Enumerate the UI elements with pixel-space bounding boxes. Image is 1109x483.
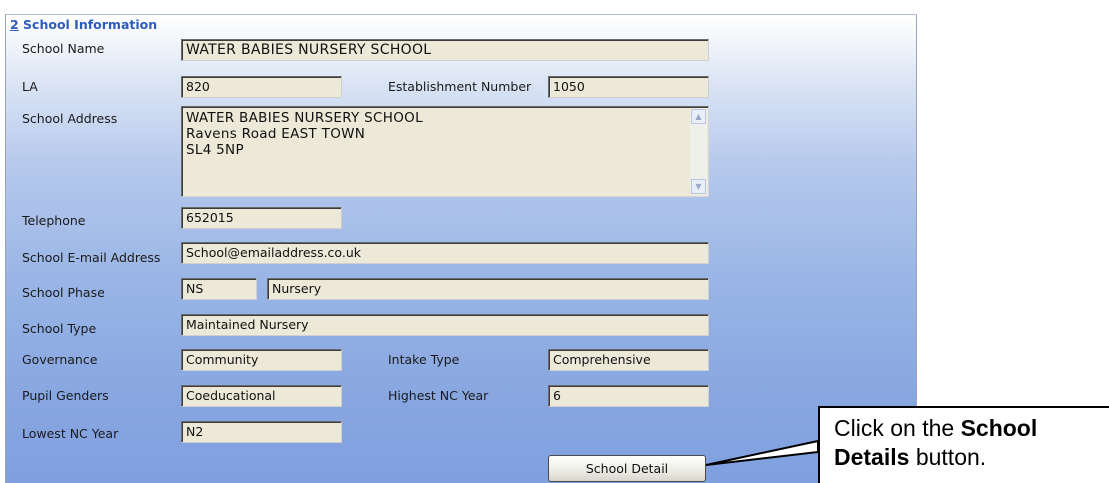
lowest-nc-year-label: Lowest NC Year (22, 426, 119, 441)
address-lines: WATER BABIES NURSERY SCHOOL Ravens Road … (186, 110, 423, 158)
school-detail-button[interactable]: School Detail (548, 455, 706, 482)
la-label: LA (22, 79, 38, 94)
highest-nc-year-label: Highest NC Year (388, 388, 489, 403)
address-line: WATER BABIES NURSERY SCHOOL (186, 110, 423, 126)
scroll-up-arrow-icon[interactable]: ▲ (691, 109, 706, 124)
callout-bold-school: School (960, 415, 1038, 441)
email-field[interactable]: School@emailaddress.co.uk (181, 242, 709, 264)
instruction-callout: Click on the School Details button. (818, 406, 1109, 483)
callout-text-pre: Click on the (834, 415, 961, 441)
pupil-genders-label: Pupil Genders (22, 388, 109, 403)
la-field[interactable]: 820 (181, 76, 342, 98)
intake-type-label: Intake Type (388, 352, 460, 367)
establishment-number-field[interactable]: 1050 (548, 76, 709, 98)
callout-text: Click on the School Details button. (834, 414, 1037, 472)
callout-pointer (705, 440, 819, 466)
school-type-label: School Type (22, 321, 97, 336)
address-line: SL4 5NP (186, 142, 244, 158)
governance-field[interactable]: Community (181, 349, 342, 371)
address-scrollbar[interactable]: ▲ ▼ (690, 108, 707, 195)
establishment-number-label: Establishment Number (388, 79, 532, 94)
governance-label: Governance (22, 352, 98, 367)
phase-name-field[interactable]: Nursery (267, 278, 709, 300)
school-type-field[interactable]: Maintained Nursery (181, 314, 709, 336)
highest-nc-year-field[interactable]: 6 (548, 385, 709, 407)
pupil-genders-field[interactable]: Coeducational (181, 385, 342, 407)
telephone-field[interactable]: 652015 (181, 207, 342, 229)
scroll-down-arrow-icon[interactable]: ▼ (691, 179, 706, 194)
school-address-label: School Address (22, 111, 118, 126)
section-title-text: School Information (18, 17, 158, 32)
email-label: School E-mail Address (22, 250, 161, 265)
callout-text-post: button. (909, 444, 987, 470)
address-line: Ravens Road EAST TOWN (186, 126, 366, 142)
school-name-label: School Name (22, 41, 105, 56)
phase-code-field[interactable]: NS (181, 278, 257, 300)
school-name-field[interactable]: WATER BABIES NURSERY SCHOOL (181, 39, 709, 61)
intake-type-field[interactable]: Comprehensive (548, 349, 709, 371)
section-title: 2 School Information (10, 17, 157, 32)
callout-bold-details: Details (834, 444, 910, 470)
lowest-nc-year-field[interactable]: N2 (181, 421, 342, 443)
school-phase-label: School Phase (22, 285, 105, 300)
section-number: 2 (10, 17, 19, 32)
telephone-label: Telephone (22, 213, 86, 228)
school-address-field[interactable]: WATER BABIES NURSERY SCHOOL Ravens Road … (181, 106, 709, 197)
